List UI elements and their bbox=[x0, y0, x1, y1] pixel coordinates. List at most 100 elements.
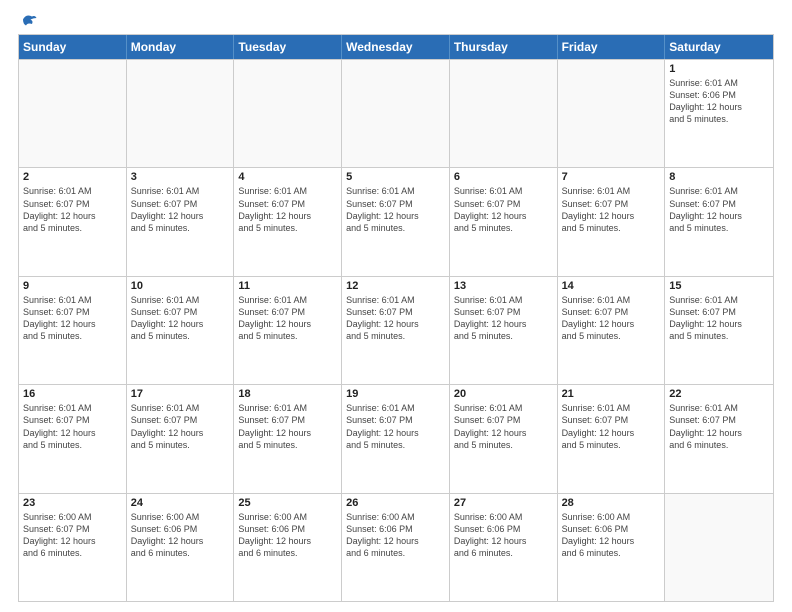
calendar-empty-cell bbox=[342, 60, 450, 167]
calendar-day-21: 21 Sunrise: 6:01 AM Sunset: 6:07 PM Dayli… bbox=[558, 385, 666, 492]
day-info: Sunrise: 6:01 AM Sunset: 6:07 PM Dayligh… bbox=[238, 185, 337, 234]
weekday-header-thursday: Thursday bbox=[450, 35, 558, 59]
day-info: Sunrise: 6:01 AM Sunset: 6:07 PM Dayligh… bbox=[454, 402, 553, 451]
day-number: 24 bbox=[131, 497, 230, 509]
day-info: Sunrise: 6:01 AM Sunset: 6:07 PM Dayligh… bbox=[454, 294, 553, 343]
calendar-day-23: 23 Sunrise: 6:00 AM Sunset: 6:07 PM Dayli… bbox=[19, 494, 127, 601]
day-info: Sunrise: 6:00 AM Sunset: 6:06 PM Dayligh… bbox=[562, 511, 661, 560]
calendar-empty-cell bbox=[19, 60, 127, 167]
calendar-day-27: 27 Sunrise: 6:00 AM Sunset: 6:06 PM Dayli… bbox=[450, 494, 558, 601]
day-number: 10 bbox=[131, 280, 230, 292]
calendar-day-20: 20 Sunrise: 6:01 AM Sunset: 6:07 PM Dayli… bbox=[450, 385, 558, 492]
day-number: 26 bbox=[346, 497, 445, 509]
day-number: 13 bbox=[454, 280, 553, 292]
day-number: 17 bbox=[131, 388, 230, 400]
weekday-header-friday: Friday bbox=[558, 35, 666, 59]
day-info: Sunrise: 6:01 AM Sunset: 6:07 PM Dayligh… bbox=[131, 294, 230, 343]
day-info: Sunrise: 6:00 AM Sunset: 6:07 PM Dayligh… bbox=[23, 511, 122, 560]
day-info: Sunrise: 6:01 AM Sunset: 6:07 PM Dayligh… bbox=[23, 185, 122, 234]
calendar-day-6: 6 Sunrise: 6:01 AM Sunset: 6:07 PM Daylig… bbox=[450, 168, 558, 275]
day-number: 4 bbox=[238, 171, 337, 183]
header bbox=[18, 18, 774, 26]
page: SundayMondayTuesdayWednesdayThursdayFrid… bbox=[0, 0, 792, 612]
day-number: 7 bbox=[562, 171, 661, 183]
day-info: Sunrise: 6:01 AM Sunset: 6:07 PM Dayligh… bbox=[669, 402, 769, 451]
day-number: 1 bbox=[669, 63, 769, 75]
calendar-day-2: 2Sunrise: 6:01 AM Sunset: 6:07 PM Daylig… bbox=[19, 168, 127, 275]
day-info: Sunrise: 6:00 AM Sunset: 6:06 PM Dayligh… bbox=[131, 511, 230, 560]
day-info: Sunrise: 6:00 AM Sunset: 6:06 PM Dayligh… bbox=[454, 511, 553, 560]
day-number: 8 bbox=[669, 171, 769, 183]
day-info: Sunrise: 6:01 AM Sunset: 6:07 PM Dayligh… bbox=[23, 402, 122, 451]
calendar-week-2: 2Sunrise: 6:01 AM Sunset: 6:07 PM Daylig… bbox=[19, 167, 773, 275]
calendar-day-13: 13 Sunrise: 6:01 AM Sunset: 6:07 PM Dayli… bbox=[450, 277, 558, 384]
calendar-day-17: 17 Sunrise: 6:01 AM Sunset: 6:07 PM Dayli… bbox=[127, 385, 235, 492]
calendar-day-14: 14 Sunrise: 6:01 AM Sunset: 6:07 PM Dayli… bbox=[558, 277, 666, 384]
day-info: Sunrise: 6:01 AM Sunset: 6:07 PM Dayligh… bbox=[346, 294, 445, 343]
calendar-day-18: 18 Sunrise: 6:01 AM Sunset: 6:07 PM Dayli… bbox=[234, 385, 342, 492]
day-info: Sunrise: 6:00 AM Sunset: 6:06 PM Dayligh… bbox=[346, 511, 445, 560]
day-number: 22 bbox=[669, 388, 769, 400]
calendar-week-3: 9 Sunrise: 6:01 AM Sunset: 6:07 PM Daylig… bbox=[19, 276, 773, 384]
weekday-header-saturday: Saturday bbox=[665, 35, 773, 59]
day-number: 16 bbox=[23, 388, 122, 400]
day-info: Sunrise: 6:01 AM Sunset: 6:07 PM Dayligh… bbox=[454, 185, 553, 234]
calendar-day-12: 12 Sunrise: 6:01 AM Sunset: 6:07 PM Dayli… bbox=[342, 277, 450, 384]
day-number: 5 bbox=[346, 171, 445, 183]
weekday-header-sunday: Sunday bbox=[19, 35, 127, 59]
calendar-day-5: 5Sunrise: 6:01 AM Sunset: 6:07 PM Daylig… bbox=[342, 168, 450, 275]
day-info: Sunrise: 6:01 AM Sunset: 6:07 PM Dayligh… bbox=[131, 185, 230, 234]
day-number: 21 bbox=[562, 388, 661, 400]
day-info: Sunrise: 6:01 AM Sunset: 6:07 PM Dayligh… bbox=[669, 294, 769, 343]
day-number: 11 bbox=[238, 280, 337, 292]
calendar-day-4: 4 Sunrise: 6:01 AM Sunset: 6:07 PM Daylig… bbox=[234, 168, 342, 275]
day-info: Sunrise: 6:01 AM Sunset: 6:07 PM Dayligh… bbox=[562, 185, 661, 234]
calendar-empty-cell bbox=[558, 60, 666, 167]
calendar-empty-cell bbox=[127, 60, 235, 167]
day-number: 28 bbox=[562, 497, 661, 509]
day-info: Sunrise: 6:01 AM Sunset: 6:07 PM Dayligh… bbox=[562, 294, 661, 343]
day-info: Sunrise: 6:01 AM Sunset: 6:07 PM Dayligh… bbox=[238, 294, 337, 343]
day-number: 27 bbox=[454, 497, 553, 509]
day-number: 15 bbox=[669, 280, 769, 292]
calendar-day-10: 10 Sunrise: 6:01 AM Sunset: 6:07 PM Dayli… bbox=[127, 277, 235, 384]
calendar-day-25: 25 Sunrise: 6:00 AM Sunset: 6:06 PM Dayli… bbox=[234, 494, 342, 601]
calendar-body: 1 Sunrise: 6:01 AM Sunset: 6:06 PM Daylig… bbox=[19, 59, 773, 601]
day-info: Sunrise: 6:01 AM Sunset: 6:06 PM Dayligh… bbox=[669, 77, 769, 126]
calendar-day-28: 28 Sunrise: 6:00 AM Sunset: 6:06 PM Dayli… bbox=[558, 494, 666, 601]
calendar-week-4: 16 Sunrise: 6:01 AM Sunset: 6:07 PM Dayli… bbox=[19, 384, 773, 492]
calendar-empty-cell bbox=[450, 60, 558, 167]
day-number: 18 bbox=[238, 388, 337, 400]
day-info: Sunrise: 6:00 AM Sunset: 6:06 PM Dayligh… bbox=[238, 511, 337, 560]
calendar: SundayMondayTuesdayWednesdayThursdayFrid… bbox=[18, 34, 774, 602]
day-info: Sunrise: 6:01 AM Sunset: 6:07 PM Dayligh… bbox=[131, 402, 230, 451]
calendar-day-24: 24 Sunrise: 6:00 AM Sunset: 6:06 PM Dayli… bbox=[127, 494, 235, 601]
day-info: Sunrise: 6:01 AM Sunset: 6:07 PM Dayligh… bbox=[238, 402, 337, 451]
calendar-day-1: 1 Sunrise: 6:01 AM Sunset: 6:06 PM Daylig… bbox=[665, 60, 773, 167]
day-number: 9 bbox=[23, 280, 122, 292]
calendar-day-16: 16 Sunrise: 6:01 AM Sunset: 6:07 PM Dayli… bbox=[19, 385, 127, 492]
day-number: 14 bbox=[562, 280, 661, 292]
calendar-day-3: 3 Sunrise: 6:01 AM Sunset: 6:07 PM Daylig… bbox=[127, 168, 235, 275]
calendar-header: SundayMondayTuesdayWednesdayThursdayFrid… bbox=[19, 35, 773, 59]
day-number: 6 bbox=[454, 171, 553, 183]
day-number: 25 bbox=[238, 497, 337, 509]
weekday-header-tuesday: Tuesday bbox=[234, 35, 342, 59]
day-info: Sunrise: 6:01 AM Sunset: 6:07 PM Dayligh… bbox=[23, 294, 122, 343]
calendar-empty-cell bbox=[665, 494, 773, 601]
day-number: 20 bbox=[454, 388, 553, 400]
day-number: 3 bbox=[131, 171, 230, 183]
logo bbox=[18, 22, 38, 26]
weekday-header-wednesday: Wednesday bbox=[342, 35, 450, 59]
day-info: Sunrise: 6:01 AM Sunset: 6:07 PM Dayligh… bbox=[669, 185, 769, 234]
day-number: 23 bbox=[23, 497, 122, 509]
calendar-week-1: 1 Sunrise: 6:01 AM Sunset: 6:06 PM Daylig… bbox=[19, 59, 773, 167]
day-info: Sunrise: 6:01 AM Sunset: 6:07 PM Dayligh… bbox=[562, 402, 661, 451]
calendar-day-15: 15 Sunrise: 6:01 AM Sunset: 6:07 PM Dayli… bbox=[665, 277, 773, 384]
day-number: 12 bbox=[346, 280, 445, 292]
calendar-day-22: 22 Sunrise: 6:01 AM Sunset: 6:07 PM Dayli… bbox=[665, 385, 773, 492]
calendar-day-11: 11 Sunrise: 6:01 AM Sunset: 6:07 PM Dayli… bbox=[234, 277, 342, 384]
day-number: 19 bbox=[346, 388, 445, 400]
calendar-day-7: 7 Sunrise: 6:01 AM Sunset: 6:07 PM Daylig… bbox=[558, 168, 666, 275]
calendar-day-19: 19Sunrise: 6:01 AM Sunset: 6:07 PM Dayli… bbox=[342, 385, 450, 492]
